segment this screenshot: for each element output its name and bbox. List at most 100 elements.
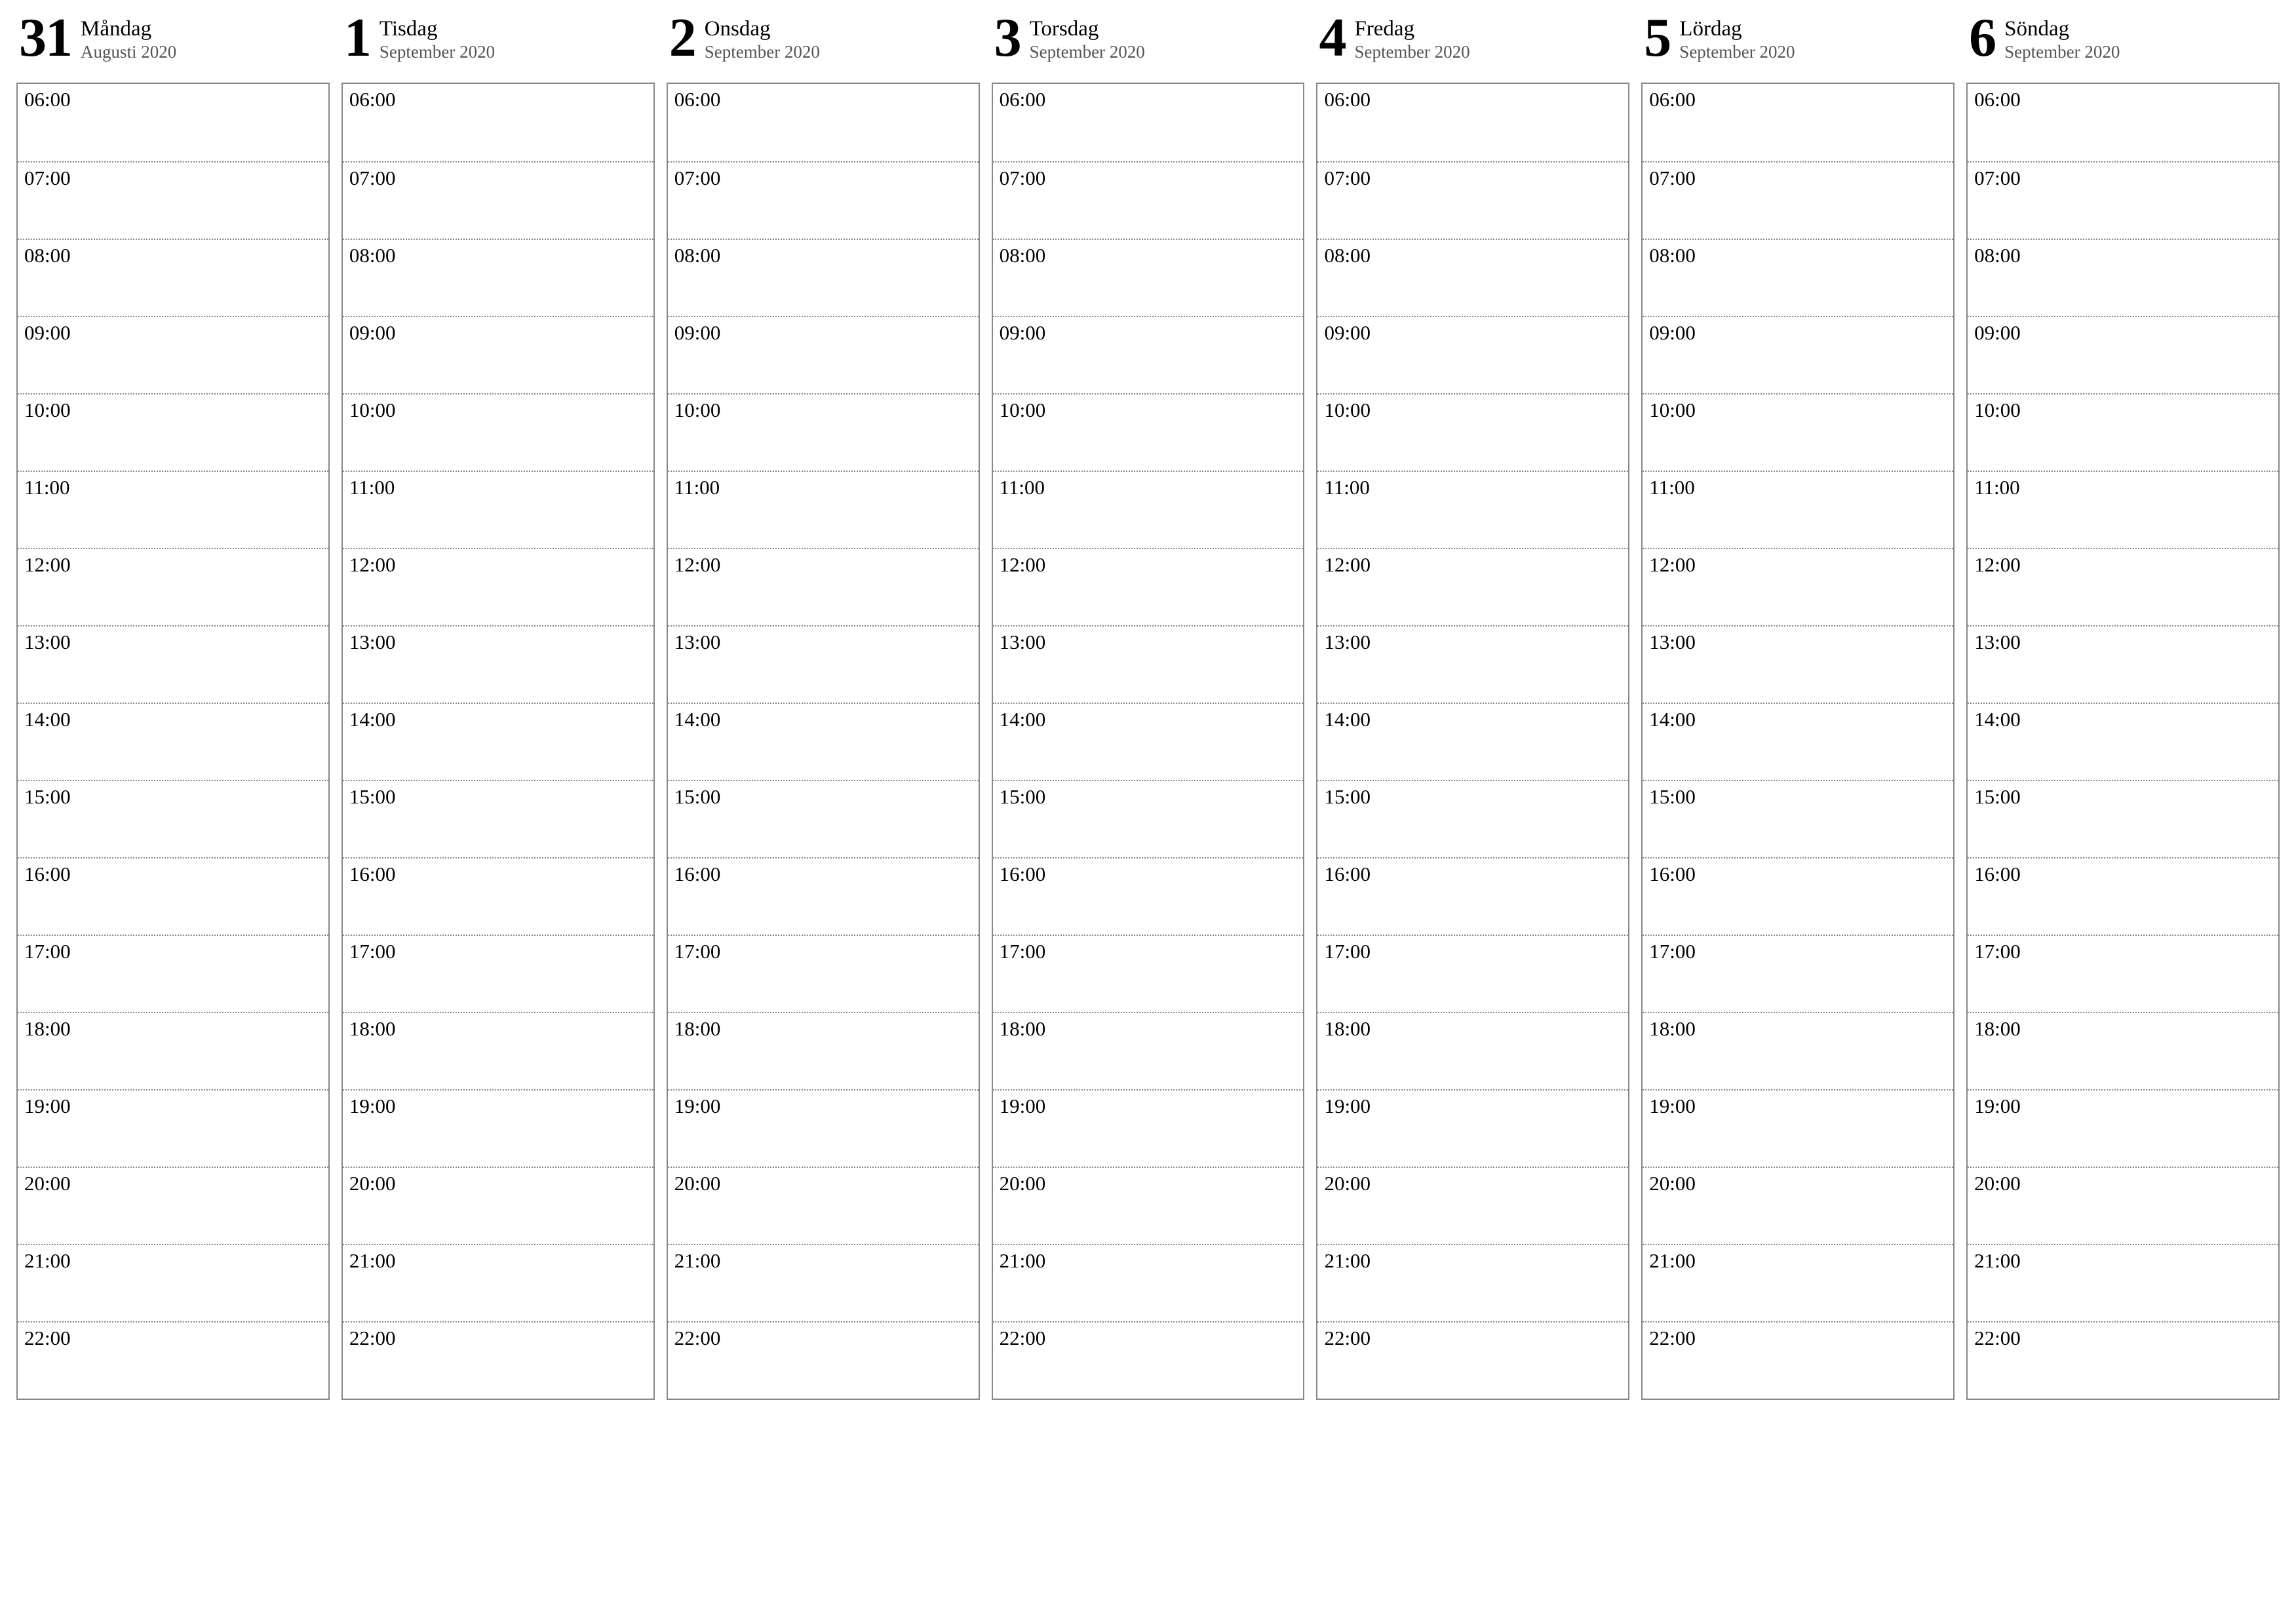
time-label: 19:00 bbox=[1324, 1094, 1371, 1117]
time-label: 09:00 bbox=[674, 321, 721, 344]
time-label: 07:00 bbox=[674, 166, 721, 189]
time-grid: 06:00 07:00 08:00 09:00 10:00 11:00 12:0… bbox=[341, 83, 655, 1400]
time-slot: 10:00 bbox=[1968, 393, 2278, 471]
day-header: 3 Torsdag September 2020 bbox=[992, 13, 1305, 76]
time-slot: 22:00 bbox=[668, 1321, 979, 1399]
time-slot: 14:00 bbox=[18, 703, 328, 780]
time-label: 15:00 bbox=[349, 785, 396, 808]
day-header: 6 Söndag September 2020 bbox=[1966, 13, 2280, 76]
day-month: Augusti 2020 bbox=[81, 42, 176, 62]
day-column-saturday: 5 Lördag September 2020 06:00 07:00 08:0… bbox=[1641, 13, 1955, 1400]
time-label: 19:00 bbox=[674, 1094, 721, 1117]
time-label: 17:00 bbox=[24, 940, 71, 963]
day-column-monday: 31 Måndag Augusti 2020 06:00 07:00 08:00… bbox=[16, 13, 330, 1400]
time-slot: 09:00 bbox=[1643, 316, 1953, 393]
time-label: 19:00 bbox=[1649, 1094, 1696, 1117]
time-label: 20:00 bbox=[1649, 1172, 1696, 1195]
time-slot: 11:00 bbox=[1968, 471, 2278, 548]
time-label: 06:00 bbox=[1974, 88, 2021, 111]
time-slot: 15:00 bbox=[343, 780, 653, 857]
time-slot: 06:00 bbox=[668, 84, 979, 161]
time-slot: 11:00 bbox=[1317, 471, 1628, 548]
time-label: 09:00 bbox=[1000, 321, 1046, 344]
time-label: 21:00 bbox=[349, 1249, 396, 1272]
time-slot: 18:00 bbox=[1643, 1012, 1953, 1089]
time-label: 16:00 bbox=[24, 862, 71, 885]
day-column-friday: 4 Fredag September 2020 06:00 07:00 08:0… bbox=[1316, 13, 1629, 1400]
time-slot: 22:00 bbox=[993, 1321, 1304, 1399]
time-label: 14:00 bbox=[1324, 708, 1371, 731]
time-label: 22:00 bbox=[1649, 1326, 1696, 1349]
time-label: 16:00 bbox=[1324, 862, 1371, 885]
time-label: 18:00 bbox=[674, 1017, 721, 1040]
time-grid: 06:00 07:00 08:00 09:00 10:00 11:00 12:0… bbox=[1641, 83, 1955, 1400]
time-slot: 19:00 bbox=[1968, 1089, 2278, 1167]
time-slot: 21:00 bbox=[668, 1244, 979, 1321]
time-label: 20:00 bbox=[1000, 1172, 1046, 1195]
time-label: 10:00 bbox=[674, 398, 721, 421]
time-slot: 10:00 bbox=[1643, 393, 1953, 471]
time-label: 10:00 bbox=[24, 398, 71, 421]
day-column-thursday: 3 Torsdag September 2020 06:00 07:00 08:… bbox=[992, 13, 1305, 1400]
time-slot: 13:00 bbox=[668, 625, 979, 703]
day-month: September 2020 bbox=[1030, 42, 1145, 62]
time-slot: 15:00 bbox=[1643, 780, 1953, 857]
day-month: September 2020 bbox=[705, 42, 820, 62]
time-slot: 20:00 bbox=[993, 1167, 1304, 1244]
time-label: 13:00 bbox=[1974, 630, 2021, 653]
day-month: September 2020 bbox=[2004, 42, 2120, 62]
day-name-block: Fredag September 2020 bbox=[1354, 13, 1469, 62]
time-slot: 11:00 bbox=[18, 471, 328, 548]
time-slot: 12:00 bbox=[1317, 548, 1628, 625]
time-slot: 16:00 bbox=[1968, 857, 2278, 935]
time-slot: 08:00 bbox=[343, 239, 653, 316]
time-label: 16:00 bbox=[1649, 862, 1696, 885]
time-slot: 21:00 bbox=[18, 1244, 328, 1321]
day-number: 2 bbox=[669, 13, 695, 63]
day-column-tuesday: 1 Tisdag September 2020 06:00 07:00 08:0… bbox=[341, 13, 655, 1400]
time-label: 16:00 bbox=[1000, 862, 1046, 885]
time-slot: 16:00 bbox=[668, 857, 979, 935]
time-slot: 22:00 bbox=[1968, 1321, 2278, 1399]
time-label: 10:00 bbox=[1649, 398, 1696, 421]
day-name-block: Söndag September 2020 bbox=[2004, 13, 2120, 62]
time-label: 12:00 bbox=[1649, 553, 1696, 576]
time-label: 17:00 bbox=[1324, 940, 1371, 963]
time-label: 15:00 bbox=[674, 785, 721, 808]
time-slot: 13:00 bbox=[1643, 625, 1953, 703]
time-label: 19:00 bbox=[24, 1094, 71, 1117]
time-label: 08:00 bbox=[1324, 244, 1371, 267]
time-label: 10:00 bbox=[349, 398, 396, 421]
time-label: 07:00 bbox=[1974, 166, 2021, 189]
time-slot: 09:00 bbox=[18, 316, 328, 393]
day-number: 6 bbox=[1969, 13, 1995, 63]
time-label: 14:00 bbox=[24, 708, 71, 731]
time-label: 14:00 bbox=[1649, 708, 1696, 731]
time-slot: 19:00 bbox=[993, 1089, 1304, 1167]
time-slot: 07:00 bbox=[993, 161, 1304, 239]
time-label: 08:00 bbox=[24, 244, 71, 267]
time-slot: 20:00 bbox=[1643, 1167, 1953, 1244]
time-slot: 15:00 bbox=[993, 780, 1304, 857]
time-slot: 12:00 bbox=[668, 548, 979, 625]
time-slot: 10:00 bbox=[993, 393, 1304, 471]
time-label: 09:00 bbox=[1324, 321, 1371, 344]
time-slot: 09:00 bbox=[993, 316, 1304, 393]
time-slot: 08:00 bbox=[1643, 239, 1953, 316]
time-slot: 08:00 bbox=[1317, 239, 1628, 316]
time-label: 11:00 bbox=[1974, 476, 2019, 499]
time-slot: 10:00 bbox=[18, 393, 328, 471]
day-header: 4 Fredag September 2020 bbox=[1316, 13, 1629, 76]
time-label: 22:00 bbox=[1324, 1326, 1371, 1349]
time-label: 21:00 bbox=[674, 1249, 721, 1272]
time-label: 11:00 bbox=[1000, 476, 1045, 499]
time-label: 21:00 bbox=[1649, 1249, 1696, 1272]
time-slot: 21:00 bbox=[1968, 1244, 2278, 1321]
time-label: 20:00 bbox=[674, 1172, 721, 1195]
time-slot: 21:00 bbox=[993, 1244, 1304, 1321]
day-name: Tisdag bbox=[379, 17, 495, 41]
time-label: 09:00 bbox=[349, 321, 396, 344]
time-slot: 09:00 bbox=[668, 316, 979, 393]
time-label: 07:00 bbox=[1000, 166, 1046, 189]
day-name: Torsdag bbox=[1030, 17, 1145, 41]
